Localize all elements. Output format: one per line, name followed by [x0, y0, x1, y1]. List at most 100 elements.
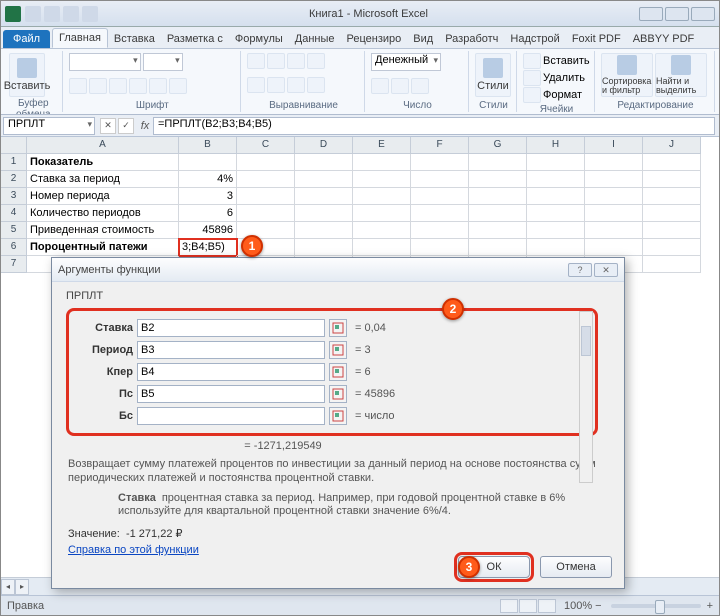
row-header[interactable]: 2	[1, 171, 27, 188]
row-header[interactable]: 1	[1, 154, 27, 171]
col-header[interactable]: B	[179, 137, 237, 154]
enter-formula-icon[interactable]: ✓	[118, 118, 134, 134]
help-icon[interactable]: ?	[568, 263, 592, 277]
zoom-in[interactable]: +	[707, 600, 713, 612]
status-mode: Правка	[7, 600, 44, 612]
tab-view[interactable]: Вид	[407, 30, 439, 48]
cell[interactable]: 3	[179, 188, 237, 205]
ref-icon[interactable]	[329, 319, 347, 337]
col-header[interactable]: I	[585, 137, 643, 154]
tab-addins[interactable]: Надстрой	[504, 30, 565, 48]
annotation-marker-3: 3	[458, 556, 480, 578]
col-header[interactable]: C	[237, 137, 295, 154]
cancel-button[interactable]: Отмена	[540, 556, 612, 578]
col-header[interactable]: E	[353, 137, 411, 154]
file-tab[interactable]: Файл	[3, 30, 50, 48]
ribbon-tabs: Файл Главная Вставка Разметка с Формулы …	[1, 27, 719, 49]
group-number: ДенежныйЧисло	[367, 51, 469, 112]
excel-icon	[5, 6, 21, 22]
group-clipboard: ВставитьБуфер обмена	[5, 51, 63, 112]
function-description: Возвращает сумму платежей процентов по и…	[68, 458, 612, 486]
arguments-area: Ставка= 0,04 Период= 3 Кпер= 6 Пс= 45896…	[66, 308, 598, 436]
function-arguments-dialog: Аргументы функции ?✕ ПРПЛТ Ставка= 0,04 …	[51, 257, 625, 589]
cell[interactable]: 6	[179, 205, 237, 222]
sort-button[interactable]: Сортировка и фильтр	[601, 53, 653, 97]
tab-developer[interactable]: Разработч	[439, 30, 504, 48]
scrollbar[interactable]	[579, 311, 593, 483]
ref-icon[interactable]	[329, 407, 347, 425]
group-styles: СтилиСтили	[471, 51, 517, 112]
annotation-marker-1: 1	[241, 235, 263, 257]
formula-bar[interactable]: =ПРПЛТ(B2;B3;B4;B5)	[153, 117, 715, 135]
view-buttons[interactable]	[500, 599, 556, 613]
function-name: ПРПЛТ	[66, 290, 614, 302]
cell[interactable]: Показатель	[27, 154, 179, 171]
quick-access-toolbar[interactable]	[25, 6, 98, 22]
cell[interactable]: 4%	[179, 171, 237, 188]
status-bar: Правка 100% − +	[1, 595, 719, 615]
zoom-slider[interactable]	[611, 604, 701, 608]
cell[interactable]: Количество периодов	[27, 205, 179, 222]
row-header[interactable]: 7	[1, 256, 27, 273]
result-value: Значение: -1 271,22 ₽	[68, 527, 612, 540]
tab-layout[interactable]: Разметка с	[161, 30, 229, 48]
arg-input-rate[interactable]	[137, 319, 325, 337]
group-cells: ВставитьУдалитьФорматЯчейки	[519, 51, 595, 112]
col-header[interactable]: D	[295, 137, 353, 154]
help-link[interactable]: Справка по этой функции	[68, 544, 614, 556]
col-header[interactable]: A	[27, 137, 179, 154]
group-font: Шрифт	[65, 51, 241, 112]
dialog-titlebar[interactable]: Аргументы функции ?✕	[52, 258, 624, 282]
arg-input-pv[interactable]	[137, 385, 325, 403]
paste-button[interactable]: Вставить	[9, 53, 45, 97]
zoom-out[interactable]: −	[595, 600, 601, 612]
tab-home[interactable]: Главная	[52, 28, 108, 48]
col-header[interactable]: H	[527, 137, 585, 154]
arg-input-fv[interactable]	[137, 407, 325, 425]
close-icon[interactable]: ✕	[594, 263, 618, 277]
find-button[interactable]: Найти и выделить	[655, 53, 707, 97]
formula-bar-row: ПРПЛТ ✕✓ fx =ПРПЛТ(B2;B3;B4;B5)	[1, 115, 719, 137]
tab-foxit[interactable]: Foxit PDF	[566, 30, 627, 48]
title-bar: Книга1 - Microsoft Excel	[1, 1, 719, 27]
cell[interactable]: 45896	[179, 222, 237, 239]
zoom-level[interactable]: 100%	[564, 600, 592, 612]
result-preview: = -1271,219549	[62, 440, 504, 452]
row-header[interactable]: 5	[1, 222, 27, 239]
col-header[interactable]: J	[643, 137, 701, 154]
annotation-marker-2: 2	[442, 298, 464, 320]
row-header[interactable]: 4	[1, 205, 27, 222]
col-header[interactable]: F	[411, 137, 469, 154]
styles-button[interactable]: Стили	[475, 53, 511, 97]
ref-icon[interactable]	[329, 385, 347, 403]
font-combo[interactable]	[69, 53, 141, 71]
tab-insert[interactable]: Вставка	[108, 30, 161, 48]
cell[interactable]: Номер периода	[27, 188, 179, 205]
col-header[interactable]: G	[469, 137, 527, 154]
fx-icon[interactable]: fx	[137, 118, 153, 134]
dialog-title: Аргументы функции	[58, 264, 568, 276]
window-buttons[interactable]	[639, 7, 715, 21]
arg-input-nper[interactable]	[137, 363, 325, 381]
ref-icon[interactable]	[329, 363, 347, 381]
tab-formulas[interactable]: Формулы	[229, 30, 289, 48]
row-header[interactable]: 3	[1, 188, 27, 205]
ref-icon[interactable]	[329, 341, 347, 359]
arg-input-period[interactable]	[137, 341, 325, 359]
row-header[interactable]: 6	[1, 239, 27, 256]
size-combo[interactable]	[143, 53, 183, 71]
cell[interactable]: Пороцентный патежи	[27, 239, 179, 256]
number-format[interactable]: Денежный	[371, 53, 441, 71]
window-title: Книга1 - Microsoft Excel	[98, 8, 639, 20]
argument-description: Ставкапроцентная ставка за период. Напри…	[118, 492, 608, 520]
cell-editing[interactable]: 3;B4;B5)	[179, 239, 237, 256]
cell[interactable]: Ставка за период	[27, 171, 179, 188]
tab-review[interactable]: Рецензиро	[341, 30, 408, 48]
tab-abbyy[interactable]: ABBYY PDF	[627, 30, 701, 48]
select-all[interactable]	[1, 137, 27, 154]
name-box[interactable]: ПРПЛТ	[3, 117, 95, 135]
cancel-formula-icon[interactable]: ✕	[100, 118, 116, 134]
group-align: Выравнивание	[243, 51, 365, 112]
tab-data[interactable]: Данные	[289, 30, 341, 48]
cell[interactable]: Приведенная стоимость	[27, 222, 179, 239]
